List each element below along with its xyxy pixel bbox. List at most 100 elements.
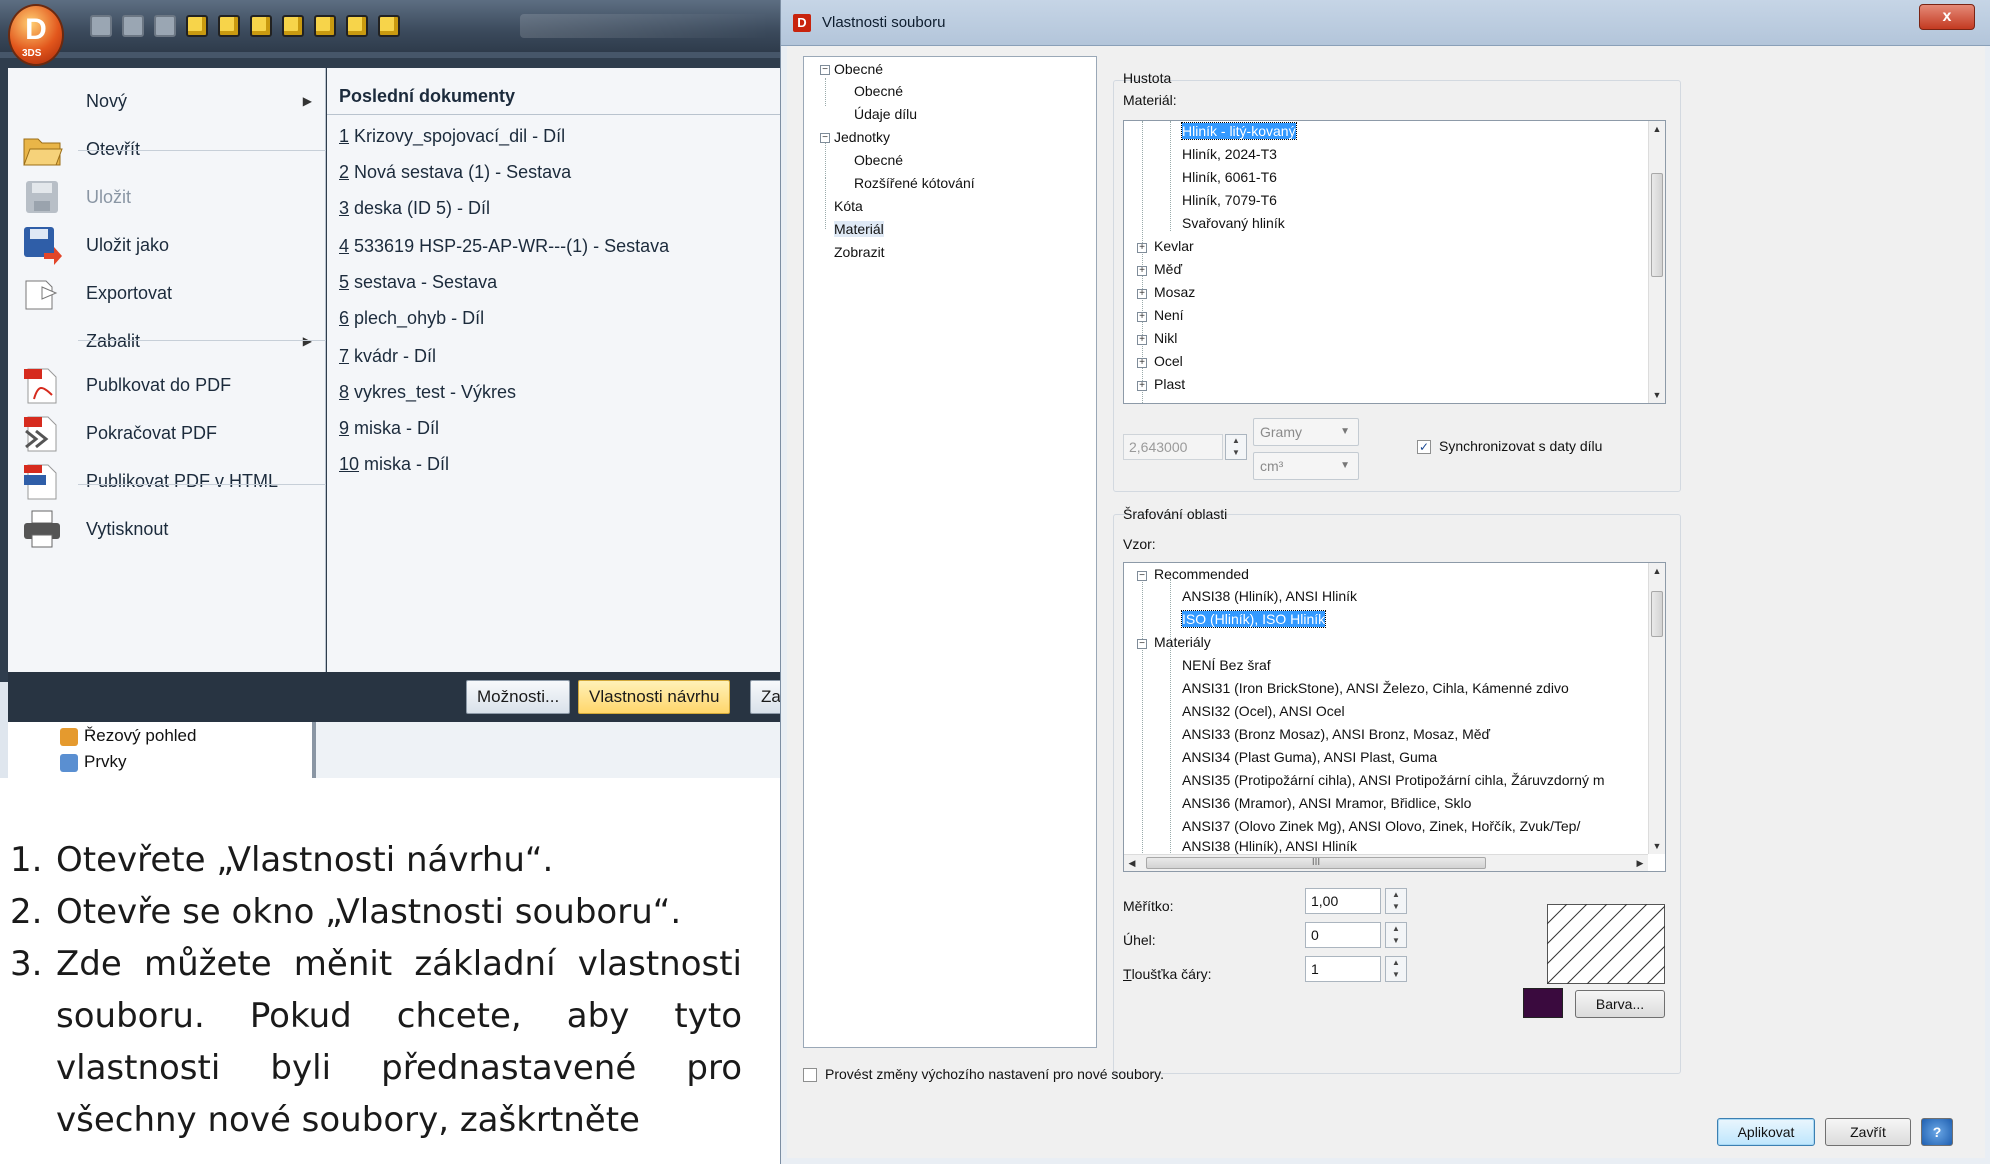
expand-icon[interactable]: + bbox=[1137, 312, 1147, 322]
line-thickness-input[interactable]: 1 bbox=[1305, 956, 1381, 982]
close-button[interactable]: Zavřít bbox=[1825, 1118, 1911, 1146]
tree-item-section-view[interactable]: Řezový pohled bbox=[84, 726, 196, 746]
tree-node-units-general[interactable]: Obecné bbox=[854, 152, 903, 168]
expand-icon[interactable]: + bbox=[1137, 381, 1147, 391]
view-cube-icon[interactable] bbox=[346, 15, 368, 37]
material-item[interactable]: Měď bbox=[1154, 261, 1182, 277]
hatch-item[interactable]: ANSI35 (Protipožární cihla), ANSI Protip… bbox=[1182, 772, 1605, 788]
view-cube-icon[interactable] bbox=[282, 15, 304, 37]
tree-node-dimension[interactable]: Kóta bbox=[834, 198, 863, 214]
recent-document-item[interactable]: 8 vykres_test - Výkres bbox=[339, 382, 516, 403]
tree-node-general[interactable]: Obecné bbox=[834, 61, 883, 77]
color-button[interactable]: Barva... bbox=[1575, 990, 1665, 1018]
material-item[interactable]: Hliník, 7079-T6 bbox=[1182, 192, 1277, 208]
volume-unit-select[interactable]: cm³ ▼ bbox=[1253, 452, 1359, 480]
tree-item-features[interactable]: Prvky bbox=[84, 752, 127, 772]
tree-node-part-data[interactable]: Údaje dílu bbox=[854, 106, 917, 122]
material-item[interactable]: Nikl bbox=[1154, 330, 1177, 346]
scroll-thumb[interactable] bbox=[1651, 591, 1663, 637]
density-value-input[interactable]: 2,643000 bbox=[1123, 434, 1223, 460]
hatch-item[interactable]: ANSI33 (Bronz Mosaz), ANSI Bronz, Mosaz,… bbox=[1182, 726, 1490, 742]
hatch-item[interactable]: ANSI36 (Mramor), ANSI Mramor, Břidlice, … bbox=[1182, 795, 1471, 811]
recent-document-item[interactable]: 2 Nová sestava (1) - Sestava bbox=[339, 162, 571, 183]
design-properties-button[interactable]: Vlastnosti návrhu bbox=[578, 680, 731, 714]
view-cube-icon[interactable] bbox=[250, 15, 272, 37]
scroll-down-icon[interactable]: ▼ bbox=[1649, 387, 1665, 403]
tree-node-units[interactable]: Jednotky bbox=[834, 129, 890, 145]
scroll-thumb[interactable] bbox=[1651, 173, 1663, 277]
expand-icon[interactable]: + bbox=[1137, 289, 1147, 299]
hatch-item[interactable]: NENÍ Bez šraf bbox=[1182, 657, 1271, 673]
scroll-left-icon[interactable]: ◀ bbox=[1124, 855, 1140, 871]
recent-document-item[interactable]: 7 kvádr - Díl bbox=[339, 346, 436, 367]
mass-unit-select[interactable]: Gramy ▼ bbox=[1253, 418, 1359, 446]
recent-document-item[interactable]: 3 deska (ID 5) - Díl bbox=[339, 198, 490, 219]
scroll-right-icon[interactable]: ▶ bbox=[1632, 855, 1648, 871]
help-icon[interactable]: ? bbox=[1921, 1118, 1953, 1146]
scroll-down-icon[interactable]: ▼ bbox=[1649, 838, 1665, 854]
material-item[interactable]: Hliník, 6061-T6 bbox=[1182, 169, 1277, 185]
recent-document-item[interactable]: 5 sestava - Sestava bbox=[339, 272, 497, 293]
material-item[interactable]: Plast bbox=[1154, 376, 1185, 392]
collapse-icon[interactable]: − bbox=[1137, 571, 1147, 581]
hatch-item[interactable]: ANSI32 (Ocel), ANSI Ocel bbox=[1182, 703, 1345, 719]
scale-spinner[interactable]: ▲ ▼ bbox=[1385, 888, 1407, 914]
view-cube-icon[interactable] bbox=[378, 15, 400, 37]
line-thickness-spinner[interactable]: ▲ ▼ bbox=[1385, 956, 1407, 982]
material-item[interactable]: Hliník - litý-kovaný bbox=[1181, 122, 1297, 140]
hatch-item[interactable]: ANSI37 (Olovo Zinek Mg), ANSI Olovo, Zin… bbox=[1182, 818, 1580, 834]
material-item[interactable]: Svařovaný hliník bbox=[1182, 215, 1285, 231]
recent-document-item[interactable]: 6 plech_ohyb - Díl bbox=[339, 308, 484, 329]
hatch-category[interactable]: Recommended bbox=[1154, 566, 1249, 582]
view-cube-icon[interactable] bbox=[314, 15, 336, 37]
sync-checkbox[interactable]: ✓ bbox=[1417, 440, 1431, 454]
material-item[interactable]: Kevlar bbox=[1154, 238, 1194, 254]
tree-node-general-sub[interactable]: Obecné bbox=[854, 83, 903, 99]
view-cube-icon[interactable] bbox=[218, 15, 240, 37]
default-change-checkbox[interactable] bbox=[803, 1068, 817, 1082]
collapse-icon[interactable]: − bbox=[1137, 639, 1147, 649]
material-list-scrollbar[interactable]: ▲ ▼ bbox=[1648, 121, 1665, 403]
recent-document-item[interactable]: 10 miska - Díl bbox=[339, 454, 449, 475]
material-item[interactable]: Mosaz bbox=[1154, 284, 1195, 300]
expand-icon[interactable]: + bbox=[1137, 266, 1147, 276]
hatch-pattern-list[interactable]: − Recommended ANSI38 (Hliník), ANSI Hlin… bbox=[1123, 562, 1666, 872]
material-list[interactable]: Hliník - litý-kovaný Hliník, 2024-T3 Hli… bbox=[1123, 120, 1666, 404]
application-button[interactable]: D 3DS bbox=[8, 4, 64, 66]
hatch-item[interactable]: ANSI31 (Iron BrickStone), ANSI Železo, C… bbox=[1182, 680, 1569, 696]
hatch-item[interactable]: ANSI34 (Plast Guma), ANSI Plast, Guma bbox=[1182, 749, 1437, 765]
expand-icon[interactable]: + bbox=[1137, 243, 1147, 253]
angle-spinner[interactable]: ▲ ▼ bbox=[1385, 922, 1407, 948]
scroll-up-icon[interactable]: ▲ bbox=[1649, 563, 1665, 579]
recent-document-item[interactable]: 9 miska - Díl bbox=[339, 418, 439, 439]
material-item[interactable]: Hliník, 2024-T3 bbox=[1182, 146, 1277, 162]
close-button-partial[interactable]: Zav bbox=[750, 680, 780, 714]
scroll-up-icon[interactable]: ▲ bbox=[1649, 121, 1665, 137]
hatch-item[interactable]: ISO (Hliník), ISO Hliník bbox=[1180, 610, 1327, 628]
tree-node-material[interactable]: Materiál bbox=[834, 221, 884, 237]
material-item[interactable]: Není bbox=[1154, 307, 1184, 323]
menu-item-print[interactable]: Vytisknout bbox=[8, 500, 326, 558]
collapse-icon[interactable]: − bbox=[820, 65, 830, 75]
hatch-list-hscrollbar[interactable]: ◀ III ▶ bbox=[1124, 854, 1648, 871]
expand-icon[interactable]: + bbox=[1137, 335, 1147, 345]
scale-input[interactable]: 1,00 bbox=[1305, 888, 1381, 914]
dialog-close-button[interactable]: x bbox=[1919, 4, 1975, 30]
hatch-category[interactable]: Materiály bbox=[1154, 634, 1211, 650]
hatch-list-vscrollbar[interactable]: ▲ ▼ bbox=[1648, 563, 1665, 854]
recent-document-item[interactable]: 1 Krizovy_spojovací_dil - Díl bbox=[339, 126, 565, 147]
undo-icon[interactable] bbox=[122, 15, 144, 37]
view-cube-icon[interactable] bbox=[186, 15, 208, 37]
material-item[interactable]: Ocel bbox=[1154, 353, 1183, 369]
scroll-thumb[interactable]: III bbox=[1146, 857, 1486, 869]
hatch-item[interactable]: ANSI38 (Hliník), ANSI Hliník bbox=[1182, 838, 1357, 854]
save-quick-icon[interactable] bbox=[90, 15, 112, 37]
density-spinner[interactable]: ▲ ▼ bbox=[1225, 434, 1247, 460]
options-button[interactable]: Možnosti... bbox=[466, 680, 571, 714]
tree-node-display[interactable]: Zobrazit bbox=[834, 244, 885, 260]
tree-node-extended-dimensioning[interactable]: Rozšířené kótování bbox=[854, 175, 975, 191]
expand-icon[interactable]: + bbox=[1137, 358, 1147, 368]
apply-button[interactable]: Aplikovat bbox=[1717, 1118, 1815, 1146]
angle-input[interactable]: 0 bbox=[1305, 922, 1381, 948]
hatch-item[interactable]: ANSI38 (Hliník), ANSI Hliník bbox=[1182, 588, 1357, 604]
